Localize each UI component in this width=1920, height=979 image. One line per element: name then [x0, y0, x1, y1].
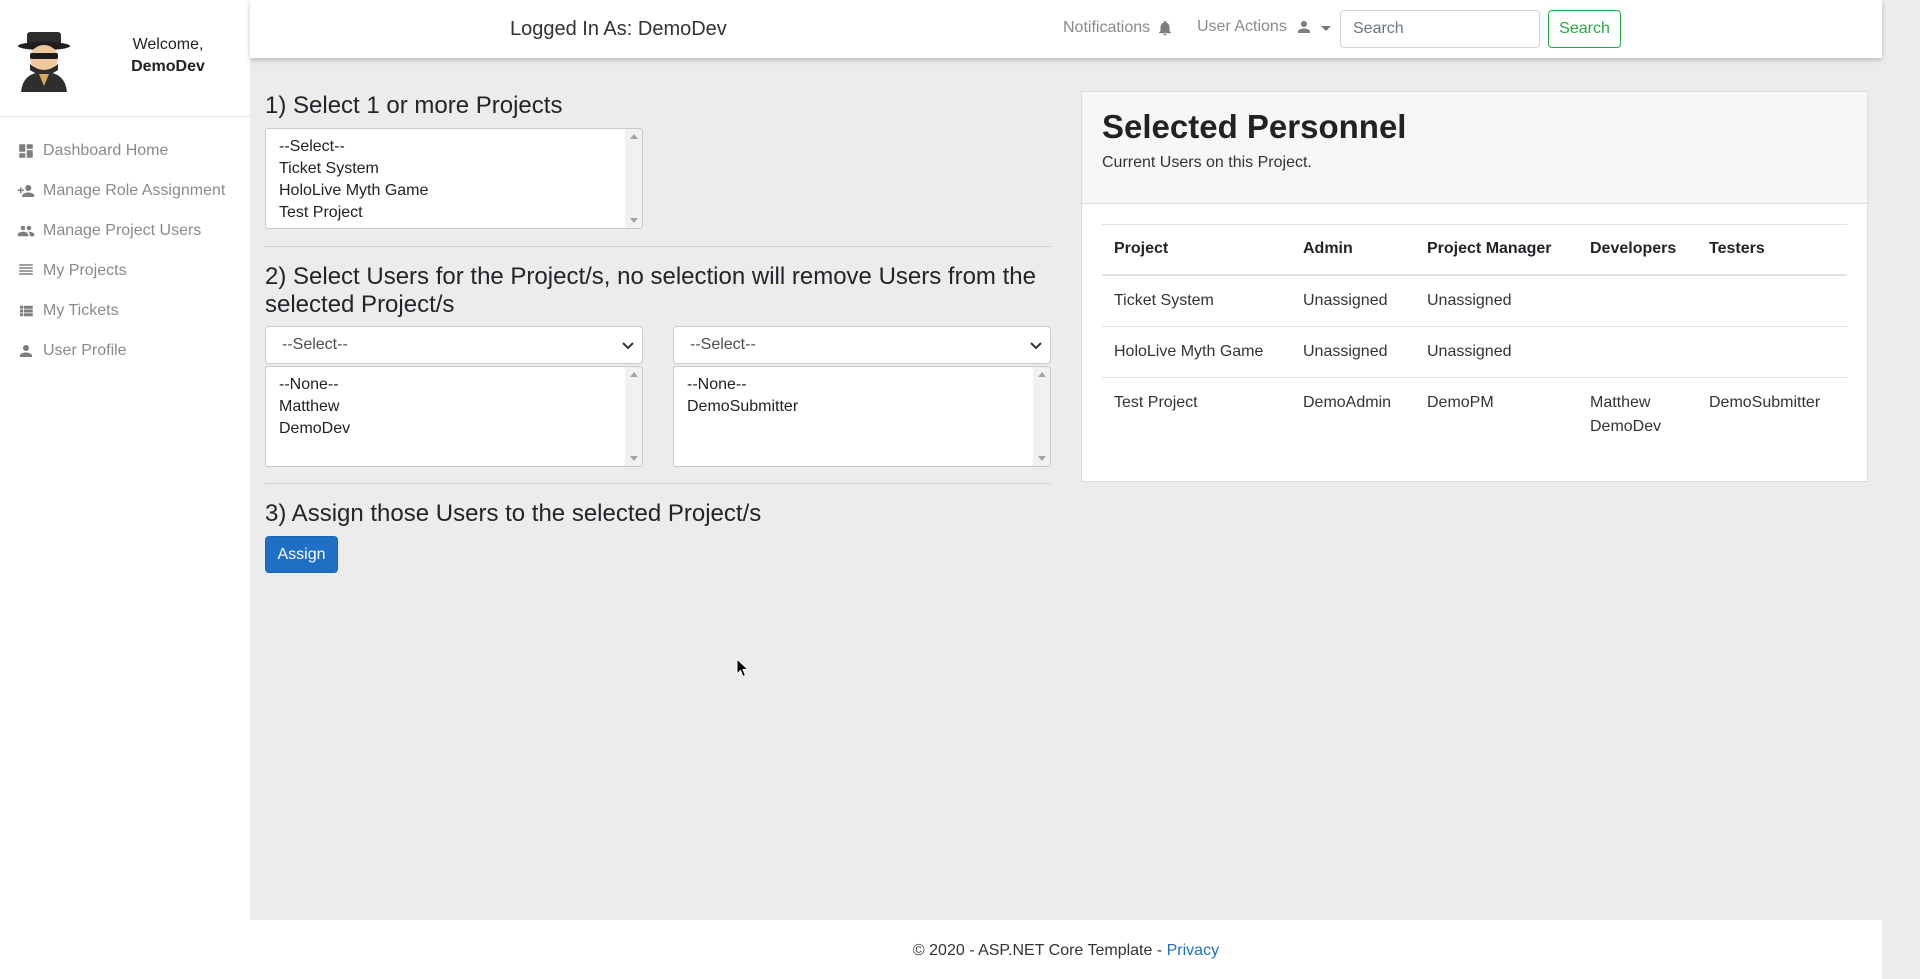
avatar [18, 32, 70, 92]
card-subtitle: Current Users on this Project. [1102, 154, 1312, 171]
divider [265, 246, 1051, 247]
person-icon [15, 341, 37, 361]
sidebar-header: Welcome, DemoDev [0, 0, 250, 117]
sidebar-item-label: My Tickets [43, 302, 119, 319]
developer-name: Matthew [1590, 393, 1651, 411]
sidebar-item-my-tickets[interactable]: My Tickets [0, 291, 250, 331]
cell-pm: DemoPM [1415, 376, 1578, 452]
right-users-listbox[interactable]: --None-- DemoSubmitter [673, 366, 1051, 467]
list-option[interactable]: HoloLive Myth Game [266, 180, 642, 202]
select-value: --Select-- [690, 336, 756, 353]
person-add-icon [15, 181, 37, 201]
table-row: Ticket System Unassigned Unassigned [1102, 274, 1847, 326]
list-option[interactable]: Test Project [266, 202, 642, 224]
welcome-username: DemoDev [131, 58, 205, 75]
step2-heading: 2) Select Users for the Project/s, no se… [265, 263, 1036, 318]
welcome-label: Welcome, [132, 36, 204, 53]
cell-project: HoloLive Myth Game [1102, 325, 1291, 377]
privacy-link[interactable]: Privacy [1167, 942, 1219, 959]
table-row: Test Project DemoAdmin DemoPM Matthew De… [1102, 376, 1847, 452]
user-actions-menu[interactable]: User Actions [1197, 18, 1331, 36]
cell-developers [1578, 325, 1697, 377]
list-option[interactable]: Matthew [266, 396, 642, 418]
developer-name: DemoDev [1590, 417, 1662, 435]
cell-testers [1697, 325, 1847, 377]
assign-button[interactable]: Assign [265, 536, 338, 573]
search-input[interactable] [1340, 10, 1540, 48]
welcome-text: Welcome, DemoDev [118, 34, 218, 78]
bell-icon [1156, 18, 1174, 38]
cell-project: Ticket System [1102, 274, 1291, 326]
scrollbar[interactable] [625, 367, 642, 466]
card-title: Selected Personnel [1102, 108, 1407, 145]
people-icon [15, 221, 37, 241]
footer: © 2020 - ASP.NET Core Template - Privacy [250, 920, 1882, 979]
sidebar-item-manage-project-users[interactable]: Manage Project Users [0, 211, 250, 251]
personnel-table: Project Admin Project Manager Developers… [1102, 224, 1847, 452]
cell-developers [1578, 274, 1697, 326]
sidebar-item-manage-role-assignment[interactable]: Manage Role Assignment [0, 171, 250, 211]
person-icon [1295, 18, 1313, 36]
user-actions-label: User Actions [1197, 18, 1287, 35]
copyright-text: © 2020 - ASP.NET Core Template - [912, 942, 1167, 959]
notifications-menu[interactable]: Notifications [1063, 18, 1174, 38]
cell-pm: Unassigned [1415, 274, 1578, 326]
list-option[interactable]: Ticket System [266, 158, 642, 180]
list-option[interactable]: DemoSubmitter [674, 396, 1050, 418]
list-option[interactable]: --None-- [674, 374, 1050, 396]
top-navbar: Logged In As: DemoDev Notifications User… [250, 0, 1882, 58]
step3-heading: 3) Assign those Users to the selected Pr… [265, 500, 762, 527]
left-users-listbox[interactable]: --None-- Matthew DemoDev [265, 366, 643, 467]
sidebar-nav: Dashboard Home Manage Role Assignment Ma… [0, 117, 250, 371]
cell-admin: Unassigned [1291, 325, 1415, 377]
mouse-cursor-icon [736, 658, 750, 678]
dashboard-icon [15, 141, 37, 161]
column-header: Project [1102, 224, 1291, 276]
cell-developers: Matthew DemoDev [1578, 376, 1697, 452]
left-user-role-select[interactable]: --Select-- [265, 326, 643, 364]
cell-pm: Unassigned [1415, 325, 1578, 377]
column-header: Admin [1291, 224, 1415, 276]
chevron-down-icon [622, 342, 634, 350]
search-button[interactable]: Search [1548, 10, 1621, 48]
right-user-role-select[interactable]: --Select-- [673, 326, 1051, 364]
selected-personnel-card: Selected Personnel Current Users on this… [1081, 91, 1868, 482]
table-row: HoloLive Myth Game Unassigned Unassigned [1102, 325, 1847, 377]
sidebar-item-label: Dashboard Home [43, 142, 169, 159]
caret-down-icon [1320, 26, 1331, 31]
sidebar-item-label: My Projects [43, 262, 127, 279]
column-header: Testers [1697, 224, 1847, 276]
sidebar-item-label: Manage Role Assignment [43, 182, 226, 199]
card-header: Selected Personnel Current Users on this… [1082, 92, 1867, 204]
step1-heading: 1) Select 1 or more Projects [265, 92, 563, 119]
sidebar-item-label: User Profile [43, 342, 127, 359]
cell-admin: DemoAdmin [1291, 376, 1415, 452]
sidebar-item-user-profile[interactable]: User Profile [0, 331, 250, 371]
sidebar-item-my-projects[interactable]: My Projects [0, 251, 250, 291]
column-header: Developers [1578, 224, 1697, 276]
logged-in-label: Logged In As: DemoDev [510, 18, 727, 40]
list-option[interactable]: --Select-- [266, 136, 642, 158]
sidebar-item-dashboard-home[interactable]: Dashboard Home [0, 131, 250, 171]
sidebar-item-label: Manage Project Users [43, 222, 202, 239]
select-value: --Select-- [282, 336, 348, 353]
scrollbar[interactable] [1033, 367, 1050, 466]
cell-admin: Unassigned [1291, 274, 1415, 326]
scrollbar[interactable] [625, 129, 642, 228]
cell-testers [1697, 274, 1847, 326]
chevron-down-icon [1030, 342, 1042, 350]
list-option[interactable]: --None-- [266, 374, 642, 396]
sidebar: Welcome, DemoDev Dashboard Home Manage R… [0, 0, 250, 979]
column-header: Project Manager [1415, 224, 1578, 276]
cell-testers: DemoSubmitter [1697, 376, 1847, 452]
list-alt-icon [15, 301, 37, 321]
divider [265, 483, 1051, 484]
cell-project: Test Project [1102, 376, 1291, 452]
notifications-label: Notifications [1063, 19, 1151, 36]
list-option[interactable]: DemoDev [266, 418, 642, 440]
table-header-row: Project Admin Project Manager Developers… [1102, 224, 1847, 276]
projects-listbox[interactable]: --Select-- Ticket System HoloLive Myth G… [265, 128, 643, 229]
list-icon [15, 261, 37, 281]
